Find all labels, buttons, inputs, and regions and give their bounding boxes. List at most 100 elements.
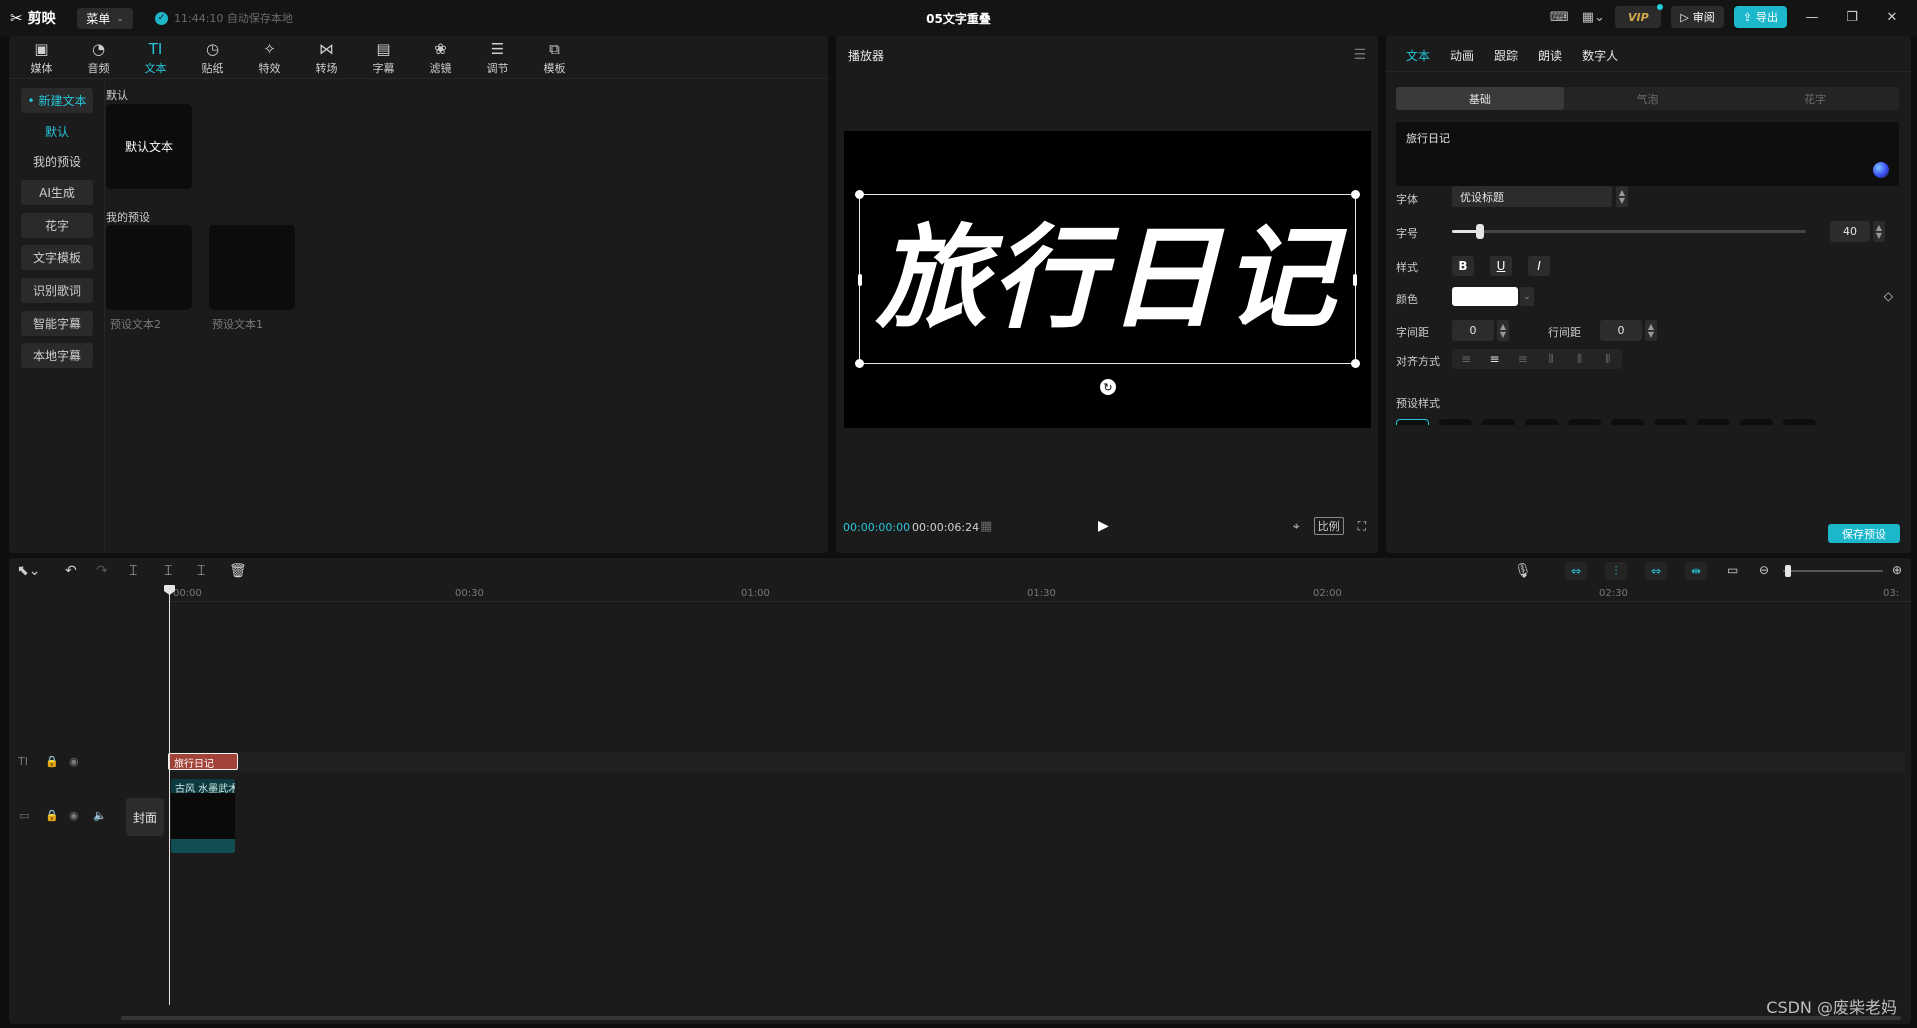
trim-right-icon[interactable]: ⌶ [197,563,205,579]
chevron-down-icon[interactable]: ⌄ [1520,287,1534,306]
size-stepper[interactable]: ▲ ▼ [1873,221,1885,242]
select-tool-icon[interactable]: ⬉⌄ [17,563,40,579]
resize-handle[interactable] [1351,359,1360,368]
lock-icon[interactable]: 🔒 [45,809,59,822]
tab-text-properties[interactable]: 文本 [1396,36,1440,71]
sidebar-item-auto-captions[interactable]: 智能字幕 [21,311,93,336]
focus-icon[interactable]: ⌖ [1293,519,1300,534]
letter-spacing-input[interactable]: 0 [1452,320,1494,341]
font-select[interactable]: 优设标题 [1452,186,1612,207]
ai-assistant-icon[interactable] [1873,162,1889,178]
video-preview[interactable]: 旅行日记 ↻ [844,131,1371,428]
preset-style-swatch[interactable] [1783,419,1816,425]
linkage-icon[interactable]: ⇔ [1645,562,1667,580]
sidebar-item-my-presets[interactable]: 我的预设 [21,149,93,174]
preset-style-swatch[interactable] [1525,419,1558,425]
caption-icon[interactable]: ▭ [1727,563,1738,577]
delete-icon[interactable]: 🗑 [229,563,247,579]
tab-digital-human[interactable]: 数字人 [1572,36,1628,71]
redo-icon[interactable]: ↷ [96,563,108,579]
rotate-handle-icon[interactable]: ↻ [1100,379,1116,395]
microphone-icon[interactable]: 🎙 [1514,563,1532,579]
vertical-align-bottom-icon[interactable]: ⦀ [1594,349,1622,369]
resize-handle[interactable] [858,274,862,286]
sidebar-item-text-template[interactable]: 文字模板 [21,245,93,270]
sidebar-item-ai-generate[interactable]: AI生成 [21,180,93,205]
resize-handle[interactable] [1353,274,1357,286]
vertical-align-middle-icon[interactable]: ⦀ [1565,349,1593,369]
text-content-input[interactable]: 旅行日记 [1396,122,1899,186]
undo-icon[interactable]: ↶ [65,563,77,579]
split-icon[interactable]: ⌶ [129,563,137,579]
tab-tracking[interactable]: 跟踪 [1484,36,1528,71]
auto-snap-icon[interactable]: ⫶ [1605,562,1627,580]
export-button[interactable]: ⇪ 导出 [1733,6,1787,28]
eye-icon[interactable]: ◉ [69,809,79,822]
preset-style-swatch[interactable] [1568,419,1601,425]
font-stepper[interactable]: ▲ ▼ [1616,186,1628,207]
sidebar-item-fancy-text[interactable]: 花字 [21,213,93,238]
sidebar-item-new-text[interactable]: • 新建文本 [21,88,93,113]
tab-adjust[interactable]: ☰ 调节 [469,36,526,79]
vip-badge[interactable]: VIP [1615,4,1664,28]
resize-handle[interactable] [855,190,864,199]
subtab-basic[interactable]: 基础 [1396,87,1564,110]
default-text-item[interactable]: 默认文本 [106,104,192,189]
ratio-button[interactable]: 比例 [1313,517,1344,535]
zoom-in-icon[interactable]: ⊕ [1892,563,1902,577]
waveform-grid-icon[interactable]: ▦ [980,519,992,534]
tab-filter[interactable]: ❀ 滤镜 [412,36,469,79]
preset-style-swatch[interactable] [1611,419,1644,425]
fullscreen-icon[interactable]: ⛶ [1358,519,1366,534]
italic-button[interactable]: I [1528,256,1550,276]
tab-media[interactable]: ▣ 媒体 [13,36,70,79]
tab-read-aloud[interactable]: 朗读 [1528,36,1572,71]
preset-style-swatch[interactable] [1396,419,1429,425]
play-button[interactable]: ▶ [1098,518,1109,534]
timeline-zoom-slider[interactable] [1783,565,1883,577]
underline-button[interactable]: U [1490,256,1512,276]
eye-icon[interactable]: ◉ [69,755,79,768]
tab-transition[interactable]: ⋈ 转场 [298,36,355,79]
main-track-magnet-icon[interactable]: ⇔ [1565,562,1587,580]
preset-style-swatch[interactable] [1482,419,1515,425]
lock-icon[interactable]: 🔒 [45,755,59,768]
sidebar-item-default[interactable]: 默认 [21,119,93,144]
letter-spacing-stepper[interactable]: ▲ ▼ [1497,320,1509,341]
text-clip[interactable]: 旅行日记 [168,753,238,770]
player-menu-icon[interactable]: ☰ [1353,47,1366,63]
sidebar-item-local-captions[interactable]: 本地字幕 [21,343,93,368]
preset-style-swatch[interactable] [1439,419,1472,425]
close-icon[interactable]: ✕ [1877,10,1907,25]
preset-item[interactable] [209,225,295,310]
video-clip[interactable]: 古风 水墨武术 [171,779,235,853]
keyframe-icon[interactable]: ◇ [1884,289,1893,303]
sidebar-item-lyrics[interactable]: 识别歌词 [21,278,93,303]
size-input[interactable]: 40 [1830,221,1870,242]
vertical-align-top-icon[interactable]: ⦀ [1537,349,1565,369]
preset-style-swatch[interactable] [1697,419,1730,425]
layout-icon[interactable]: ▦⌄ [1581,6,1605,28]
keyboard-icon[interactable]: ⌨ [1547,6,1571,28]
size-slider-handle[interactable] [1476,224,1484,239]
preset-style-swatch[interactable] [1740,419,1773,425]
zoom-slider-handle[interactable] [1785,565,1791,577]
speaker-icon[interactable]: 🔈 [93,809,107,822]
tab-effects[interactable]: ✧ 特效 [241,36,298,79]
cover-button[interactable]: 封面 [126,798,164,836]
tab-animation[interactable]: 动画 [1440,36,1484,71]
time-ruler[interactable]: 00:00 00:30 01:00 01:30 02:00 02:30 03: [169,588,1911,602]
subtab-bubble[interactable]: 气泡 [1564,87,1732,110]
tab-subtitle[interactable]: ▤ 字幕 [355,36,412,79]
menu-button[interactable]: 菜单 ⌄ [77,8,133,29]
review-button[interactable]: ▷ 审阅 [1671,6,1724,28]
playhead[interactable] [164,585,175,1005]
align-left-icon[interactable]: ≡ [1452,349,1480,369]
trim-left-icon[interactable]: ⌶ [164,563,172,579]
align-right-icon[interactable]: ≡ [1509,349,1537,369]
tab-sticker[interactable]: ◷ 贴纸 [184,36,241,79]
align-center-icon[interactable]: ≡ [1480,349,1508,369]
preset-style-swatch[interactable] [1654,419,1687,425]
tab-text[interactable]: TI 文本 [127,36,184,79]
subtab-fancy[interactable]: 花字 [1731,87,1899,110]
